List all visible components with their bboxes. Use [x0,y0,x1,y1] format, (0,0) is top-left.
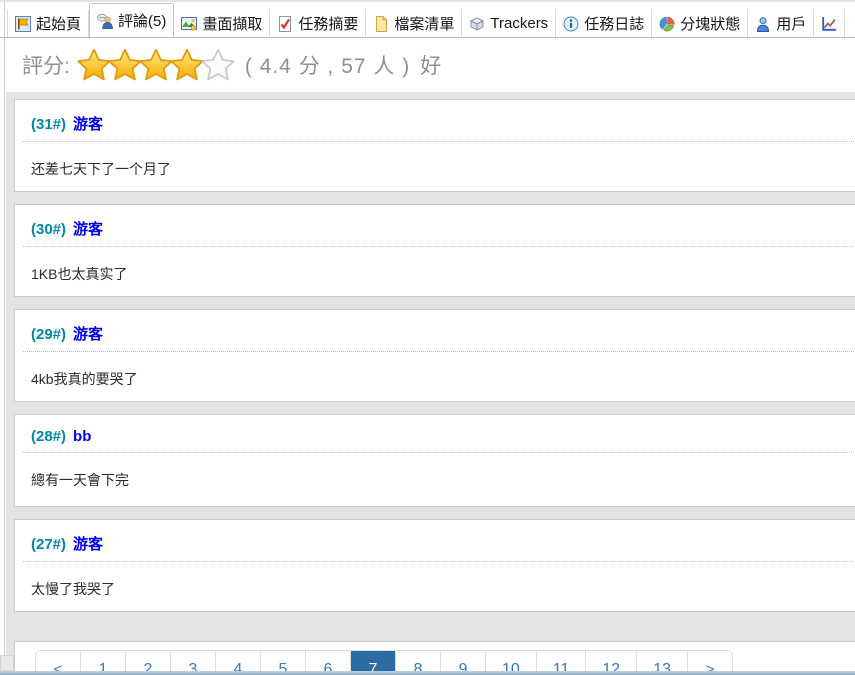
tab-trackers[interactable]: Trackers [462,10,557,37]
comment-author-link[interactable]: bb [73,428,91,445]
tab-label: 起始頁 [36,16,82,33]
comment-number: (28#) [31,428,67,445]
comment-number: (31#) [31,116,67,133]
tab-screenshot[interactable]: 畫面擷取 [174,10,271,37]
comment-separator [23,351,855,352]
comment-separator [23,141,855,142]
comment-card: (27#) 游客太慢了我哭了 [14,519,855,612]
tab-label: 任務日誌 [584,16,645,33]
comment-separator [23,561,855,562]
tab-label: Trackers [490,15,549,32]
rating-score: ( 4.4 分 , 57 人 ) [244,55,411,78]
tab-label: 畫面擷取 [202,16,263,33]
comment-author-link[interactable]: 游客 [73,221,103,238]
comment-card: (30#) 游客 1KB也太真实了 [14,204,855,297]
tab-piece-status[interactable]: 分塊狀態 [652,10,749,37]
comment-card: (29#) 游客 4kb我真的要哭了 [14,309,855,402]
comment-card: (28#) bb 總有一天會下完 [14,414,855,507]
pagination-card: <1 2 3 4 5 6 7 8 9 10 11 12 13 > [14,641,855,675]
comment-text: 總有一天會下完 [31,472,129,488]
piece-status-icon [659,16,675,32]
tab-label: 評論(5) [118,13,167,30]
file-list-icon [373,15,389,32]
comment-header: (28#) bb [31,428,836,445]
rating-verdict: 好 [420,55,442,78]
comment-card: (31#) 游客还差七天下了一个月了 [14,99,855,192]
user-icon [755,16,771,32]
comment-author-link[interactable]: 游客 [73,326,103,343]
comment-text: 1KB也太真实了 [31,266,128,282]
rating-label: 評分: [22,55,70,78]
tab-chart[interactable] [814,10,846,37]
chart-icon [821,16,837,32]
tab-comments[interactable]: 評論(5) [89,3,175,37]
comment-number: (29#) [31,326,67,343]
comment-header: (29#) 游客 [31,323,836,344]
comment-header: (27#) 游客 [31,533,836,554]
comments-icon [97,13,113,29]
tab-label: 用戶 [776,16,807,33]
scrollbar-corner [0,655,14,671]
window-top-edge [0,0,855,2]
tab-bar: 起始頁 評論(5) 畫面擷取 任務摘要 檔案清單 Trackers 任務日誌 分塊狀態 用戶 [0,2,855,38]
comment-author-link[interactable]: 游客 [73,116,103,133]
tab-label: 檔案清單 [394,16,455,33]
flag-icon [15,15,31,32]
tab-user[interactable]: 用戶 [748,10,815,37]
task-log-icon [563,16,579,32]
comment-text: 4kb我真的要哭了 [31,371,138,387]
tab-label: 任務摘要 [298,16,359,33]
comment-text: 太慢了我哭了 [31,581,115,597]
comment-number: (30#) [31,221,67,238]
star-empty-icon [200,48,236,82]
window-bottom-edge [0,671,855,675]
tab-file-list[interactable]: 檔案清單 [366,10,463,37]
trackers-icon [469,16,485,32]
tab-label: 分塊狀態 [680,16,741,33]
tab-task-summary[interactable]: 任務摘要 [270,10,367,37]
comment-separator [23,452,855,453]
comment-separator [23,246,855,247]
rating-row: 評分: ( 4.4 分 , 57 人 ) 好 [6,38,855,92]
comment-text: 还差七天下了一个月了 [31,161,171,177]
left-border-line [4,2,5,675]
task-summary-icon [277,15,293,32]
comment-author-link[interactable]: 游客 [73,536,103,553]
comment-header: (31#) 游客 [31,113,836,134]
comments-panel: 起始頁 評論(5) 畫面擷取 任務摘要 檔案清單 Trackers 任務日誌 分塊狀態 用戶 評… [0,0,855,675]
comment-header: (30#) 游客 [31,218,836,239]
comments-list: (31#) 游客 还差七天下了一个月了 (30#) 游客 1KB也太真实了 (29#) 游客 4… [6,92,855,675]
tab-start-page[interactable]: 起始頁 [7,10,90,37]
screenshot-icon [181,16,198,32]
comment-number: (27#) [31,536,67,553]
star-rating [76,48,235,82]
tab-task-log[interactable]: 任務日誌 [556,10,653,37]
